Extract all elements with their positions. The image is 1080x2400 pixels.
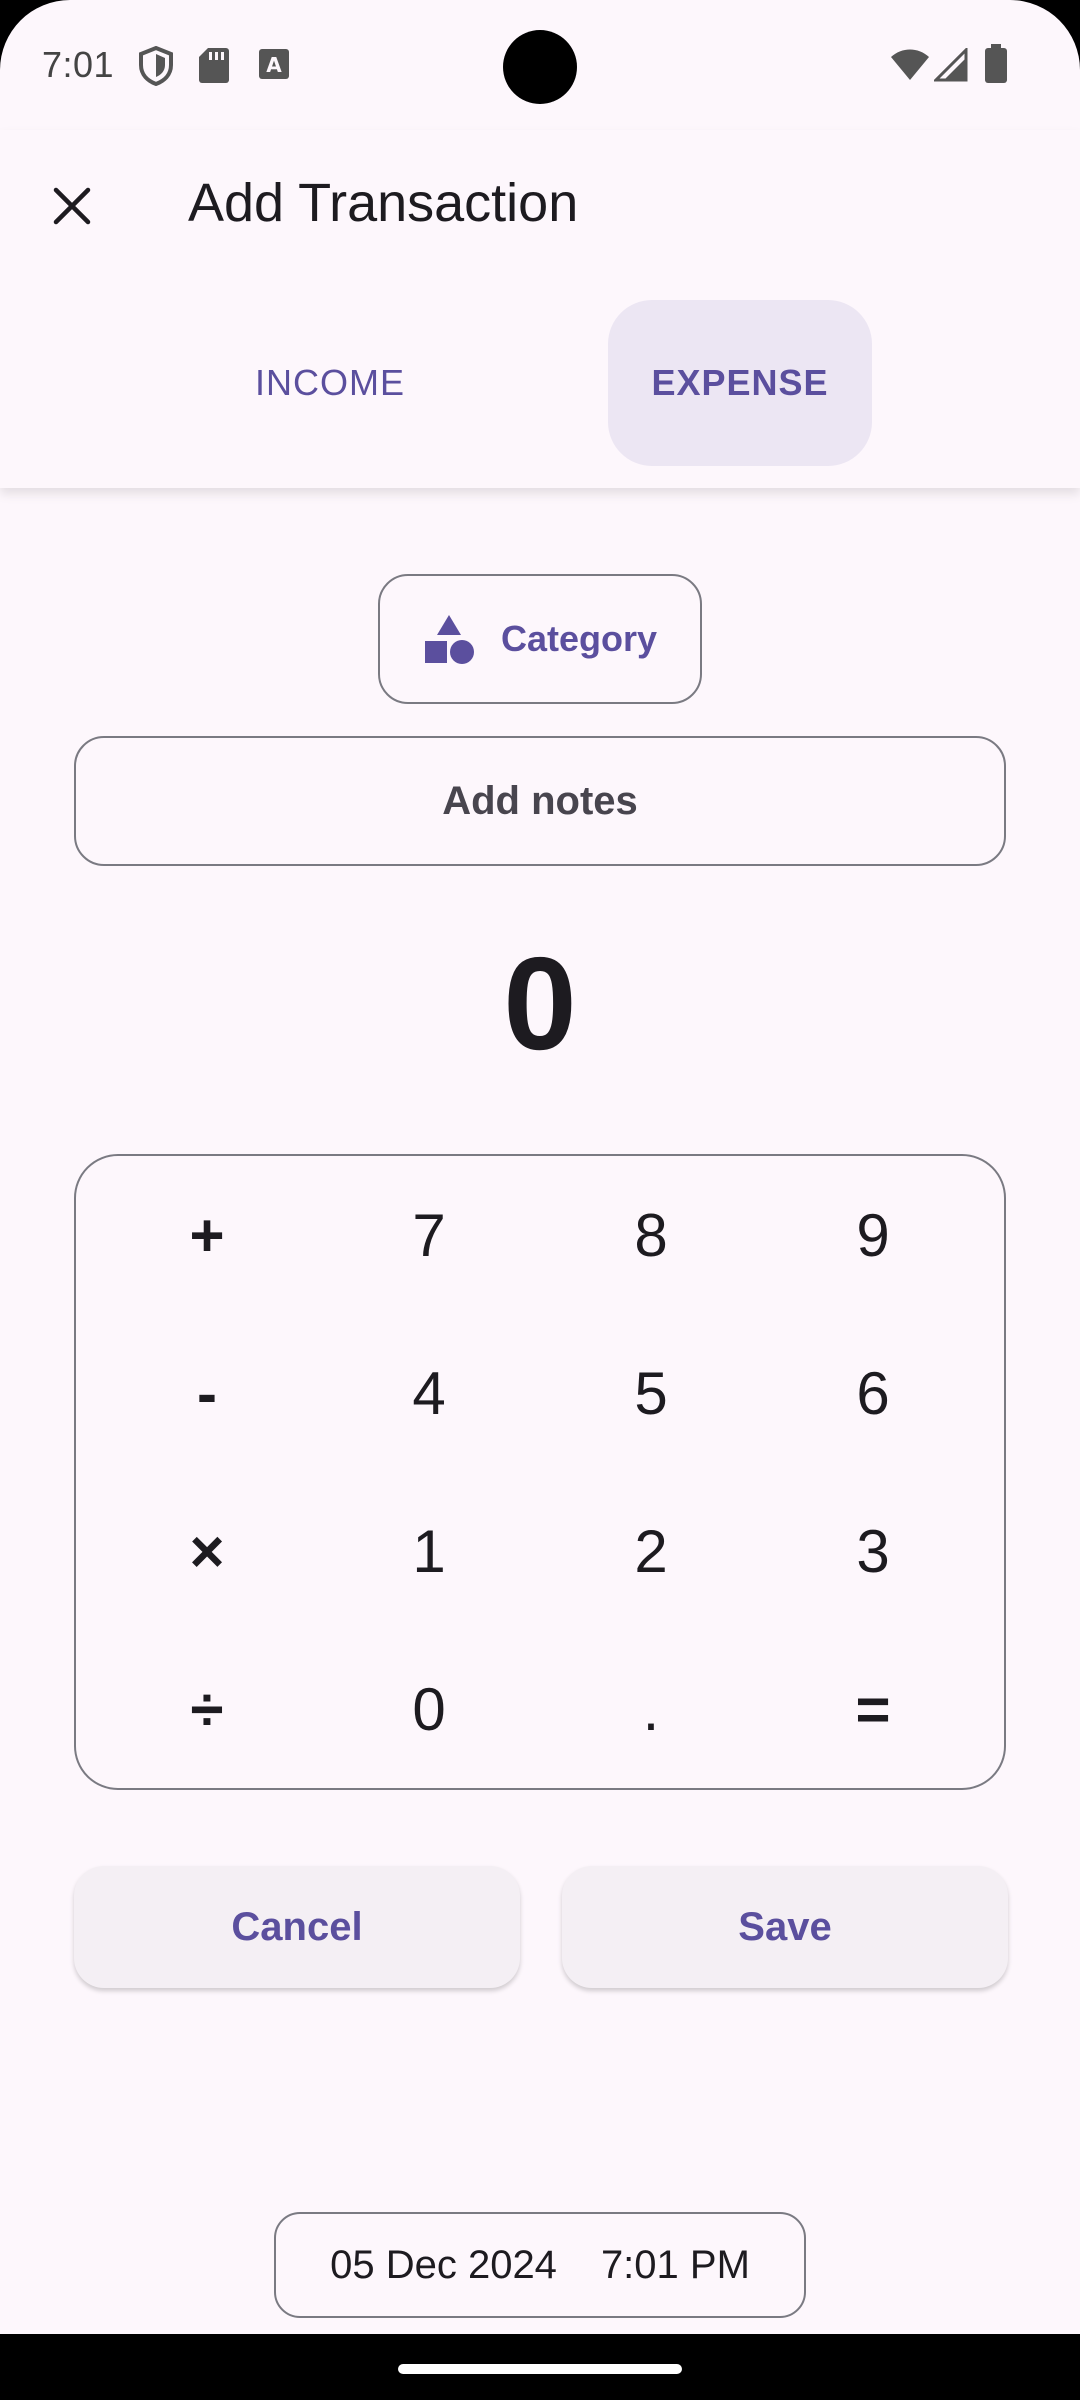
tab-expense[interactable]: EXPENSE [608,300,872,466]
tab-income[interactable]: INCOME [200,300,460,466]
shapes-icon [424,615,474,664]
time-value: 7:01 PM [600,2242,750,2287]
close-button[interactable] [34,168,110,244]
app-bar: Add Transaction INCOME EXPENSE [0,130,1080,488]
category-button[interactable]: Category [378,574,702,704]
category-label: Category [500,618,658,659]
add-notes-button[interactable]: Add notes [74,736,1006,866]
key-minus[interactable]: - [96,1314,318,1472]
keyboard-a-icon: A [258,46,290,87]
battery-icon [984,44,1008,89]
cancel-button[interactable]: Cancel [74,1866,520,1988]
sd-card-icon [198,46,230,89]
key-multiply[interactable]: × [96,1472,318,1630]
key-6[interactable]: 6 [762,1314,984,1472]
key-2[interactable]: 2 [540,1472,762,1630]
calculator-keypad: + 7 8 9 - 4 5 6 × 1 2 3 ÷ 0 . = [74,1154,1006,1790]
close-icon [53,187,91,225]
key-divide[interactable]: ÷ [96,1630,318,1788]
front-camera [503,30,577,104]
key-0[interactable]: 0 [318,1630,540,1788]
amount-display: 0 [503,930,577,1077]
save-button[interactable]: Save [562,1866,1008,1988]
key-plus[interactable]: + [96,1156,318,1314]
key-9[interactable]: 9 [762,1156,984,1314]
key-1[interactable]: 1 [318,1472,540,1630]
home-indicator[interactable] [398,2364,682,2374]
key-4[interactable]: 4 [318,1314,540,1472]
key-5[interactable]: 5 [540,1314,762,1472]
wifi-icon [890,48,930,87]
datetime-picker[interactable]: 05 Dec 2024 7:01 PM [274,2212,806,2318]
shield-icon [138,45,174,91]
svg-text:A: A [266,53,282,77]
key-7[interactable]: 7 [318,1156,540,1314]
cell-signal-icon [932,46,968,87]
key-3[interactable]: 3 [762,1472,984,1630]
status-time: 7:01 [42,44,115,85]
screen: 7:01 A Add Transaction INCOME EXPENSE Ca… [0,0,1080,2334]
date-value: 05 Dec 2024 [330,2242,557,2287]
page-title: Add Transaction [188,173,579,233]
key-8[interactable]: 8 [540,1156,762,1314]
status-bar: 7:01 A [0,0,1080,130]
key-decimal[interactable]: . [540,1630,762,1788]
key-equals[interactable]: = [762,1630,984,1788]
